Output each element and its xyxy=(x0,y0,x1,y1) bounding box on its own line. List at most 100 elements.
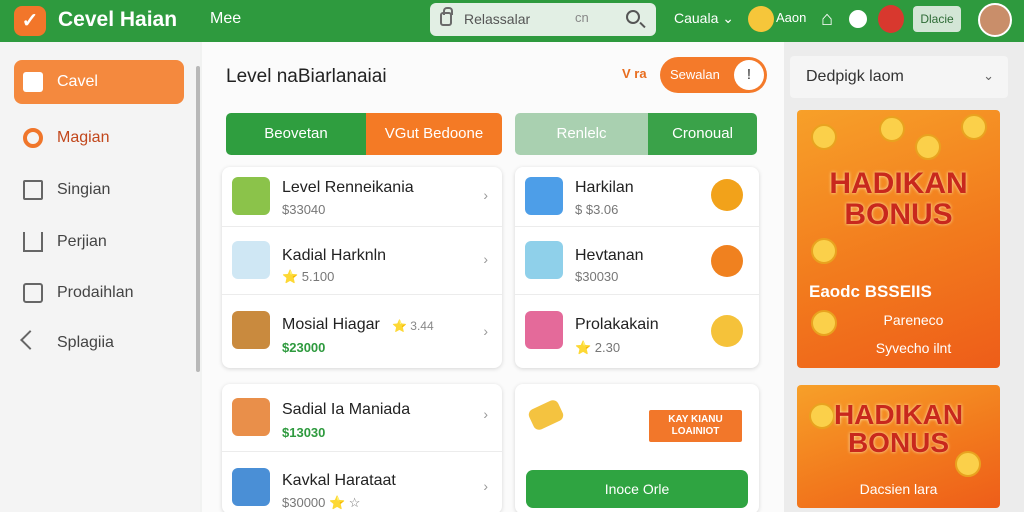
banner-headline: HADIKAN BONUS xyxy=(833,399,964,458)
sidebar-item-label: Singian xyxy=(57,181,111,198)
sidebar-item-splagiia[interactable]: Splagiia xyxy=(14,321,184,365)
chevron-down-icon: ⌄ xyxy=(983,68,994,83)
item-price: $23000 xyxy=(282,340,326,355)
home-icon xyxy=(23,72,43,92)
home-icon[interactable]: ⌂ xyxy=(816,8,838,30)
coin-icon xyxy=(915,134,941,160)
dropdown-label: Dedpigk laom xyxy=(806,68,904,85)
right-segmented-control: Renlelc Cronoual xyxy=(515,113,757,155)
lock-icon xyxy=(440,7,453,26)
item-name: Sadial Ia Maniada xyxy=(282,401,411,418)
sidebar-item-cavel[interactable]: Cavel xyxy=(14,60,184,104)
list-item[interactable]: Sadial Ia Maniada $13030 › xyxy=(222,384,502,452)
chevron-right-icon: › xyxy=(483,187,488,203)
coin-badge-icon[interactable] xyxy=(711,315,743,347)
sidebar-item-label: Splagiia xyxy=(57,334,114,351)
left-list-card-2: Sadial Ia Maniada $13030 › Kavkal Harata… xyxy=(222,384,502,512)
fire-badge-icon[interactable] xyxy=(711,245,743,277)
coin-icon xyxy=(811,124,837,150)
leaf-badge-icon[interactable] xyxy=(711,179,743,211)
list-item[interactable]: Hevtanan $30030 xyxy=(515,227,759,295)
language-select[interactable]: Cauala ⌄ xyxy=(674,10,734,27)
sidebar-item-magian[interactable]: Magian xyxy=(14,116,184,160)
left-segmented-control: Beovetan VGut Bedoone xyxy=(226,113,502,155)
search-hint: cn xyxy=(575,10,589,25)
avatar[interactable] xyxy=(978,3,1012,37)
item-price: $ $3.06 xyxy=(575,202,619,217)
item-price: $30030 xyxy=(575,269,619,284)
product-thumbnail xyxy=(232,311,270,349)
banner-line: Pareneco xyxy=(883,312,944,328)
robot-icon[interactable] xyxy=(846,7,870,31)
tab-vgut-bedoone[interactable]: VGut Bedoone xyxy=(366,113,502,155)
top-bar: ✓ Cevel Haian Mee cn Cauala ⌄ Aaon ⌂ Dla… xyxy=(0,0,1024,42)
user-icon[interactable] xyxy=(748,6,774,32)
nav-link[interactable]: Mee xyxy=(210,10,241,28)
item-price: ⭐ 5.100 xyxy=(282,269,335,284)
tab-beovetan[interactable]: Beovetan xyxy=(226,113,366,155)
sidebar-item-perjian[interactable]: Perjian xyxy=(14,220,184,264)
sidebar-item-prodaihlan[interactable]: Prodaihlan xyxy=(14,271,184,315)
list-item[interactable]: Kavkal Harataat $30000 ⭐ ☆ › xyxy=(222,452,502,512)
chevron-right-icon: › xyxy=(483,251,488,267)
banner-line: Dacsien lara xyxy=(859,481,938,497)
item-name: Harkilan xyxy=(575,179,634,196)
search-icon[interactable] xyxy=(626,10,640,24)
item-price: $30000 ⭐ ☆ xyxy=(282,495,361,510)
sidebar-scrollbar[interactable] xyxy=(196,66,200,372)
product-thumbnail xyxy=(232,177,270,215)
left-list-card: Level Renneikania $33040 › Kadial Harknl… xyxy=(222,167,502,368)
list-item[interactable]: Level Renneikania $33040 › xyxy=(222,167,502,227)
banner-line: Syvecho ilnt xyxy=(875,340,952,356)
chevron-right-icon: › xyxy=(483,406,488,422)
banner-subtitle: Eaodc BSSEIIS xyxy=(809,282,932,301)
tab-cronoual[interactable]: Cronoual xyxy=(648,113,757,155)
item-name: Kavkal Harataat xyxy=(282,472,396,489)
item-name: Level Renneikania xyxy=(282,179,414,196)
sidebar-item-label: Prodaihlan xyxy=(57,284,134,301)
house-icon xyxy=(23,232,43,252)
product-thumbnail xyxy=(232,398,270,436)
tab-renlelc[interactable]: Renlelc xyxy=(515,113,648,155)
banner-headline: HADIKAN BONUS xyxy=(829,167,968,231)
alert-icon: ! xyxy=(734,60,764,90)
chevron-right-icon: › xyxy=(483,323,488,339)
coin-icon xyxy=(811,238,837,264)
title-meta: V ra xyxy=(622,66,647,81)
sidebar-item-label: Perjian xyxy=(57,233,107,250)
list-item[interactable]: Harkilan $ $3.06 xyxy=(515,167,759,227)
chevron-right-icon: › xyxy=(483,478,488,494)
box-icon xyxy=(23,180,43,200)
sewalan-toggle[interactable]: Sewalan ! xyxy=(660,57,767,93)
list-item[interactable]: Kadial Harknln ⭐ 5.100 › xyxy=(222,227,502,295)
product-thumbnail xyxy=(525,241,563,279)
item-name: Prolakakain xyxy=(575,316,659,333)
list-item[interactable]: Prolakakain ⭐ 2.30 xyxy=(515,295,759,368)
primary-action-button[interactable]: Inoce Orle xyxy=(526,470,748,508)
search-bar[interactable] xyxy=(430,3,656,36)
top-action-button[interactable]: Dlacie xyxy=(913,6,961,32)
list-item[interactable]: Mosial Hiagar $23000 ⭐ 3.44 › xyxy=(222,295,502,368)
promo-chip[interactable]: KAY KIANU LOAINIOT xyxy=(649,410,742,442)
page-title: Level naBiarlanaiai xyxy=(226,66,387,87)
sidebar-item-singian[interactable]: Singian xyxy=(14,168,184,212)
product-thumbnail xyxy=(525,311,563,349)
item-rating: ⭐ 3.44 xyxy=(392,319,434,333)
item-price: $33040 xyxy=(282,202,326,217)
document-icon xyxy=(23,283,43,303)
bonus-banner-2[interactable]: HADIKAN BONUS Dacsien lara xyxy=(797,385,1000,508)
item-name: Mosial Hiagar xyxy=(282,316,380,333)
item-price: $13030 xyxy=(282,425,326,440)
product-thumbnail xyxy=(232,241,270,279)
sidebar-item-label: Cavel xyxy=(57,73,98,90)
app-logo[interactable]: ✓ xyxy=(14,6,46,36)
character-avatar-icon[interactable] xyxy=(878,5,904,33)
filter-dropdown[interactable]: Dedpigk laom ⌄ xyxy=(790,56,1008,98)
sidebar-item-label: Magian xyxy=(57,129,110,146)
right-list-card: Harkilan $ $3.06 Hevtanan $30030 Prolaka… xyxy=(515,167,759,368)
item-price: ⭐ 2.30 xyxy=(575,340,621,355)
item-name: Hevtanan xyxy=(575,247,644,264)
toggle-label: Sewalan xyxy=(670,67,720,82)
user-name[interactable]: Aaon xyxy=(776,10,806,25)
bonus-banner[interactable]: HADIKAN BONUS Eaodc BSSEIIS Pareneco Syv… xyxy=(797,110,1000,368)
